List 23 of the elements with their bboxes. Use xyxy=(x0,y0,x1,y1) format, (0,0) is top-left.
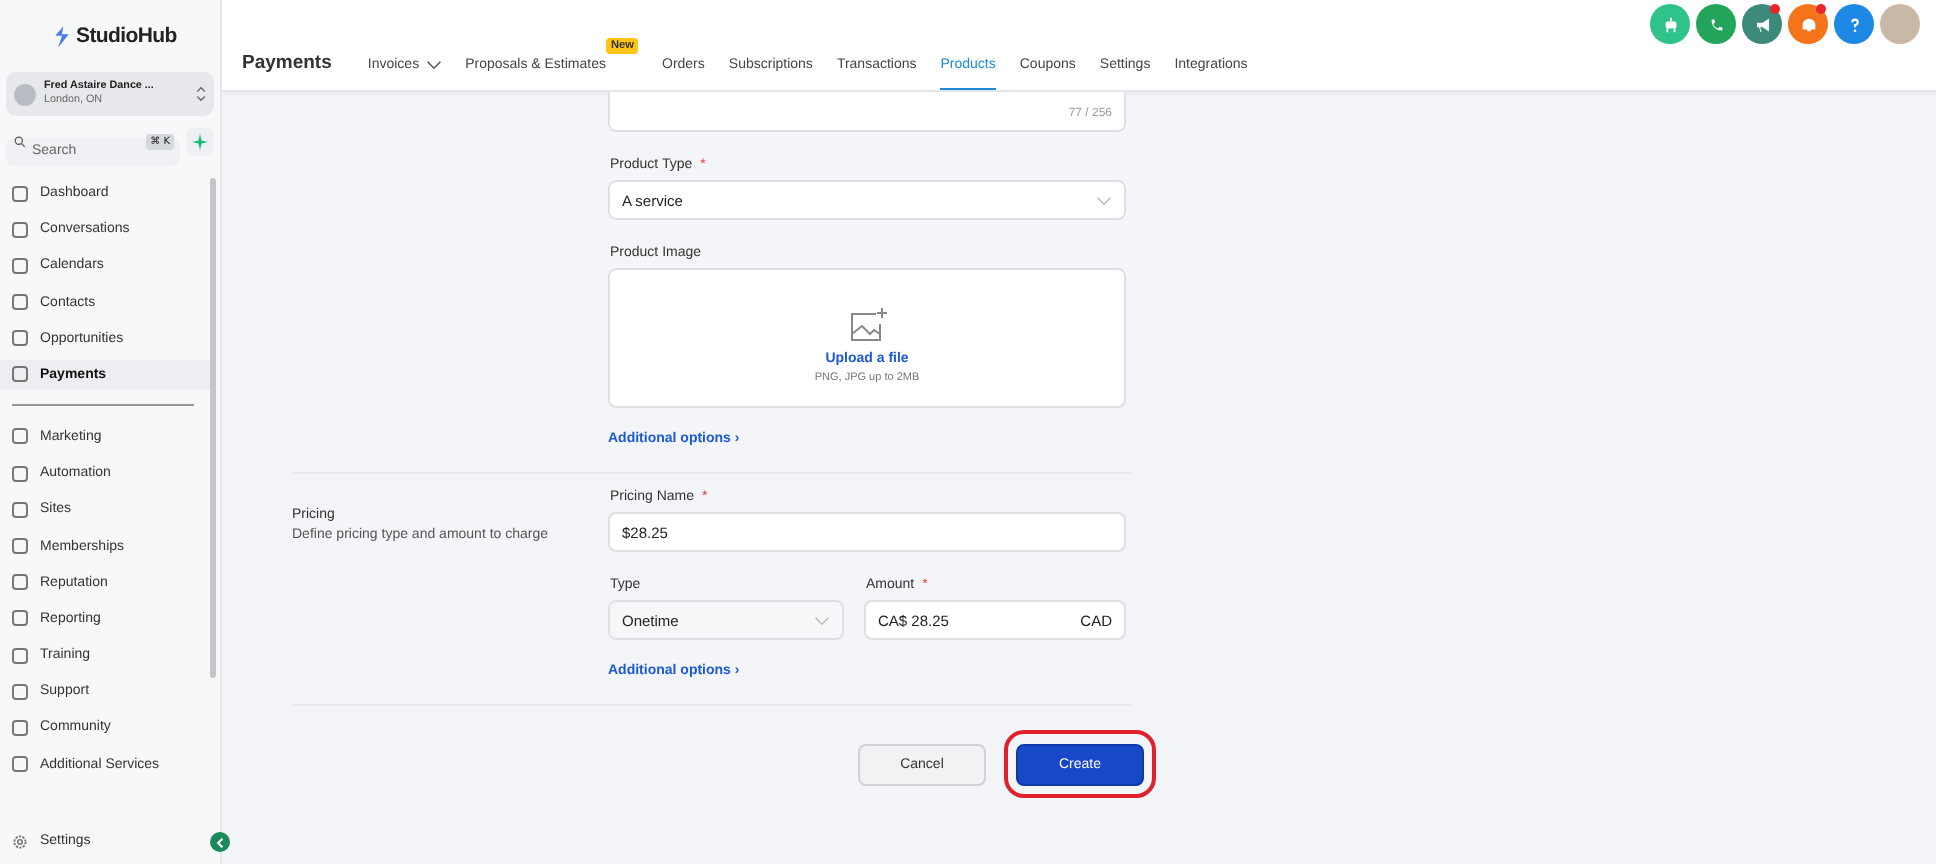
ai-button[interactable] xyxy=(186,128,214,156)
settings-icon xyxy=(12,833,28,849)
megaphone-icon xyxy=(1753,15,1771,33)
megaphone-button[interactable] xyxy=(1742,4,1782,44)
chevron-left-icon xyxy=(213,835,227,849)
help-icon xyxy=(1845,15,1863,33)
robot-icon xyxy=(1661,15,1679,33)
chevron-icon xyxy=(196,86,206,102)
chevron-down-icon xyxy=(1096,195,1112,205)
collapse-button[interactable] xyxy=(210,832,230,852)
logo-icon xyxy=(54,25,70,47)
help-button[interactable] xyxy=(1834,4,1874,44)
search-icon xyxy=(14,136,26,148)
chevron-down-icon xyxy=(814,615,830,625)
brand-name: StudioHub xyxy=(76,24,177,48)
sparkle-icon xyxy=(192,134,208,150)
phone-icon xyxy=(1707,15,1725,33)
bell-button[interactable] xyxy=(1788,4,1828,44)
bell-icon xyxy=(1799,15,1817,33)
image-add-icon xyxy=(847,305,887,345)
page-title: Payments xyxy=(242,52,332,74)
robot-button[interactable] xyxy=(1650,4,1690,44)
phone-button[interactable] xyxy=(1696,4,1736,44)
